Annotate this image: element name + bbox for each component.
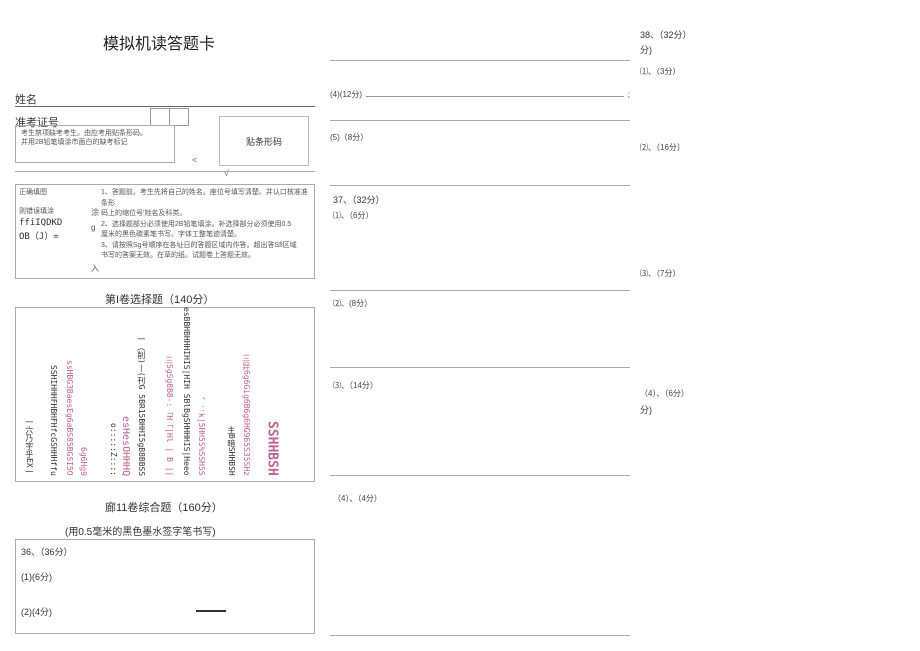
right-column: 38、（32分） 分) ⑴、（3分） ⑵、（16分） ⑶、（7分） （4）、（6… [640, 28, 910, 633]
q38-r3: ⑶、（7分） [640, 268, 680, 279]
exam-cell[interactable] [169, 108, 189, 126]
section2-subtitle: (用0.5毫米的黑色墨水签字笔书写) [65, 523, 216, 538]
q37-3: ⑶、（14分） [333, 380, 378, 391]
name-underline [15, 106, 315, 107]
q38-r2: ⑵、（16分） [640, 142, 685, 153]
q37-4: （4）、（4分） [333, 493, 382, 504]
exam-note-line1: 考生禁项缺考考生。由应考用贴条形码。 [21, 129, 169, 138]
fill-r6: 书写的答案无效。在草的纸。试题卷上答题无效。 [101, 251, 311, 262]
garble-text: 主B暗SHHBSH [226, 426, 235, 476]
answer-q4-12: (4)(12分); [330, 88, 630, 100]
fill-r1: 1、答题前。考生先将自己的姓名。座位号填写清楚。并认口核准准条形 [101, 188, 311, 209]
fill-left-3: 涂 [91, 207, 99, 218]
garble-text: 、：k|5HH5S%SSH5S [196, 397, 205, 476]
q38-r4: （4）、（6分） [640, 388, 689, 399]
fill-example-box: 正确填图 则错误填涂 ffiIQDKD OB（J）= g 涂 入 1、答题前。考… [15, 184, 315, 279]
exam-cell[interactable] [150, 108, 170, 126]
barcode-box: 贴条形码 [219, 116, 309, 166]
garble-text: o:::::Z:::: [108, 423, 117, 476]
divider [15, 171, 315, 172]
q37-header: 37、（32分） [333, 193, 385, 206]
garble-text: 6g6Hg9 [78, 447, 87, 476]
q37-2: ⑵、(8分） [333, 298, 372, 309]
q38-r4sub: 分) [640, 403, 652, 416]
section1-box: 一六乃字乎EX一 SSHIHHHFHBHFHfcGSHHHffu ssHBG3B… [15, 307, 315, 482]
fill-left-1: 正确填图 [19, 188, 94, 199]
fill-code3: g [91, 223, 95, 232]
fill-r3: 2、选择题部分必须使用2B铅笔填涂。补选择部分必须使用0.5 [101, 220, 311, 231]
q36-p2: (2)(4分) [21, 605, 309, 618]
q36-box: 36、（36分） (1)(6分) (2)(4分) [15, 539, 315, 634]
q37-1: ⑴、（6分） [333, 210, 373, 221]
section1-title: 第I卷选择题（140分） [105, 291, 214, 307]
q36-p1: (1)(6分) [21, 570, 309, 583]
answer-q5-8: (5)（8分） [330, 132, 368, 143]
garble-text: esBBHBHHHIHIS|HIH SBlBgSHHHHIS|Heeo [181, 307, 190, 476]
garble-text: 三SgSg8B8-:「H「|Hl | B || [164, 356, 173, 476]
q38-r1: ⑴、（3分） [640, 66, 680, 77]
arrow-mark: < [192, 155, 197, 165]
checkmark: √ [224, 168, 229, 178]
garble-text: 三异6g6Gig6B6g6HG965S35SHz [241, 354, 250, 476]
fill-r2: 码上的缩位号'姓名及科类。 [101, 209, 311, 220]
exam-note-line2: 并用2B铅笔填涂市面白的缺考标记 [21, 138, 169, 147]
q38-sub: 分) [640, 43, 652, 56]
section2-title: 廊11卷综合题（160分） [105, 499, 223, 515]
exam-note-box: 考生禁项缺考考生。由应考用贴条形码。 并用2B铅笔填涂市面白的缺考标记 [15, 125, 175, 163]
mid-column: (4)(12分); (5)（8分） 37、（32分） ⑴、（6分） ⑵、(8分）… [330, 60, 630, 635]
exam-id-grid [150, 108, 189, 126]
garble-text: esHesOHHHQ [120, 416, 131, 476]
fill-r5: 3、请按照Sg号顺序在各址日的答题区域内作答。超出答Sfl区域 [101, 241, 311, 252]
garble-text: SSHHBSH [264, 421, 278, 476]
garble-text: 一六乃字乎EX一 [24, 418, 33, 476]
garble-text: 一（削)丨(刊G 5BR15BHHI5gB8BBSS [136, 335, 145, 476]
fill-code4: 入 [91, 263, 99, 274]
q36-mark [196, 610, 226, 612]
fill-left-2: 则错误填涂 [19, 207, 94, 218]
fill-code1: ffiIQDKD [19, 217, 94, 231]
fill-r4: 厘米的黑色碳素笔书写。字体工整笔迹清楚。 [101, 230, 311, 241]
barcode-label: 贴条形码 [246, 135, 282, 148]
garble-text: SSHIHHHFHBHFHfcGSHHHffu [48, 365, 57, 476]
name-label: 姓名 [15, 91, 37, 107]
garble-text: ssHBG3BaesEg6aBS85BGSI5O [64, 360, 73, 476]
q38-header: 38、（32分） [640, 28, 692, 41]
fill-code2: OB（J）= [19, 231, 94, 245]
page-title: 模拟机读答题卡 [103, 30, 215, 54]
q36-header: 36、（36分） [21, 545, 309, 558]
